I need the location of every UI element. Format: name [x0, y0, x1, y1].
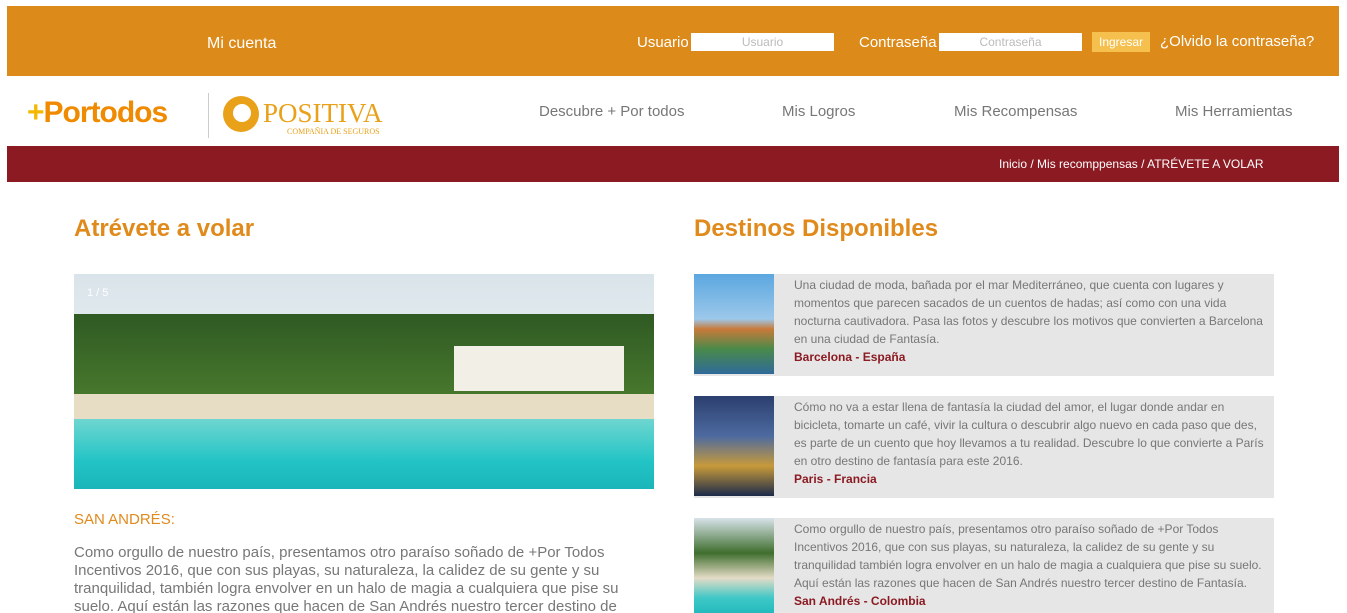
destination-card-san-andres[interactable]: Como orgullo de nuestro país, presentamo… [694, 518, 1274, 613]
password-input[interactable] [939, 33, 1082, 51]
barcelona-thumbnail[interactable] [694, 274, 774, 374]
user-input[interactable] [691, 33, 834, 51]
top-login-bar: Mi cuenta Usuario Contraseña Ingresar ¿O… [7, 6, 1339, 76]
destination-link-barcelona[interactable]: Barcelona - España [794, 348, 1264, 366]
nav-mis-recompensas[interactable]: Mis Recompensas [954, 103, 1077, 120]
image-slider[interactable]: 1 / 5 [74, 274, 654, 489]
password-label: Contraseña [859, 34, 937, 51]
destination-link-san-andres[interactable]: San Andrés - Colombia [794, 592, 1264, 610]
destinations-title: Destinos Disponibles [694, 215, 939, 242]
forgot-password-link[interactable]: ¿Olvido la contraseña? [1160, 33, 1314, 50]
breadcrumb-rewards[interactable]: Mis recomppensas [1037, 157, 1138, 171]
breadcrumb: Inicio / Mis recomppensas / ATRÉVETE A V… [999, 157, 1264, 171]
breadcrumb-home[interactable]: Inicio [999, 157, 1027, 171]
positiva-emblem-icon [223, 96, 259, 132]
portodos-logo[interactable]: +Portodos [27, 96, 168, 130]
logo-divider [208, 93, 209, 138]
destination-subtitle: SAN ANDRÉS: [74, 511, 175, 528]
slider-counter: 1 / 5 [87, 287, 109, 299]
main-header: +Portodos POSITIVA COMPAÑIA DE SEGUROS D… [7, 76, 1339, 146]
breadcrumb-current: ATRÉVETE A VOLAR [1147, 157, 1264, 171]
destination-description: Como orgullo de nuestro país, presentamo… [74, 544, 619, 613]
nav-mis-herramientas[interactable]: Mis Herramientas [1175, 103, 1293, 120]
destination-card-barcelona[interactable]: Una ciudad de moda, bañada por el mar Me… [694, 274, 1274, 376]
user-label: Usuario [637, 34, 689, 51]
positiva-logo: POSITIVA COMPAÑIA DE SEGUROS [223, 96, 383, 140]
destination-text: Una ciudad de moda, bañada por el mar Me… [794, 278, 1263, 346]
my-account-link[interactable]: Mi cuenta [207, 35, 276, 53]
nav-mis-logros[interactable]: Mis Logros [782, 103, 855, 120]
destination-link-paris[interactable]: Paris - Francia [794, 470, 1264, 488]
destination-card-paris[interactable]: Cómo no va a estar llena de fantasía la … [694, 396, 1274, 498]
paris-thumbnail[interactable] [694, 396, 774, 496]
page-title: Atrévete a volar [74, 215, 255, 242]
breadcrumb-bar: Inicio / Mis recomppensas / ATRÉVETE A V… [7, 146, 1339, 182]
san-andres-thumbnail[interactable] [694, 518, 774, 613]
login-button[interactable]: Ingresar [1092, 32, 1150, 52]
nav-descubre[interactable]: Descubre + Por todos [539, 103, 685, 120]
destination-text: Como orgullo de nuestro país, presentamo… [794, 522, 1262, 590]
destination-text: Cómo no va a estar llena de fantasía la … [794, 400, 1264, 468]
